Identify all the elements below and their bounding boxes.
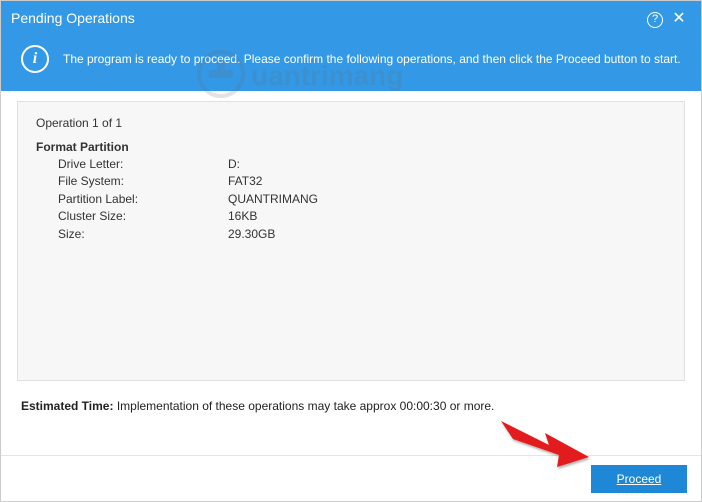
operations-panel: Operation 1 of 1 Format Partition Drive … <box>17 101 685 381</box>
operation-title: Format Partition <box>36 140 666 154</box>
op-value: 29.30GB <box>228 226 275 243</box>
op-key: Cluster Size: <box>58 208 228 225</box>
op-value: FAT32 <box>228 173 262 190</box>
op-key: File System: <box>58 173 228 190</box>
title-bar: Pending Operations ? ✕ <box>1 1 701 35</box>
info-banner: i The program is ready to proceed. Pleas… <box>1 35 701 91</box>
op-key: Drive Letter: <box>58 156 228 173</box>
op-value: QUANTRIMANG <box>228 191 318 208</box>
op-key: Size: <box>58 226 228 243</box>
button-bar: Proceed <box>1 455 701 501</box>
window-title: Pending Operations <box>11 10 643 26</box>
op-row: File System: FAT32 <box>58 173 666 190</box>
estimated-time: Estimated Time: Implementation of these … <box>1 381 701 413</box>
info-icon: i <box>21 45 49 73</box>
op-row: Size: 29.30GB <box>58 226 666 243</box>
proceed-button[interactable]: Proceed <box>591 465 687 493</box>
op-row: Drive Letter: D: <box>58 156 666 173</box>
info-text: The program is ready to proceed. Please … <box>63 50 681 68</box>
op-value: 16KB <box>228 208 257 225</box>
op-key: Partition Label: <box>58 191 228 208</box>
op-value: D: <box>228 156 240 173</box>
content-area: Operation 1 of 1 Format Partition Drive … <box>1 91 701 381</box>
op-row: Cluster Size: 16KB <box>58 208 666 225</box>
help-icon[interactable]: ? <box>643 9 667 28</box>
estimate-label: Estimated Time: <box>21 399 113 413</box>
operation-details: Drive Letter: D: File System: FAT32 Part… <box>36 156 666 243</box>
operation-count: Operation 1 of 1 <box>36 116 666 130</box>
op-row: Partition Label: QUANTRIMANG <box>58 191 666 208</box>
estimate-text: Implementation of these operations may t… <box>117 399 495 413</box>
close-icon[interactable]: ✕ <box>667 8 691 28</box>
